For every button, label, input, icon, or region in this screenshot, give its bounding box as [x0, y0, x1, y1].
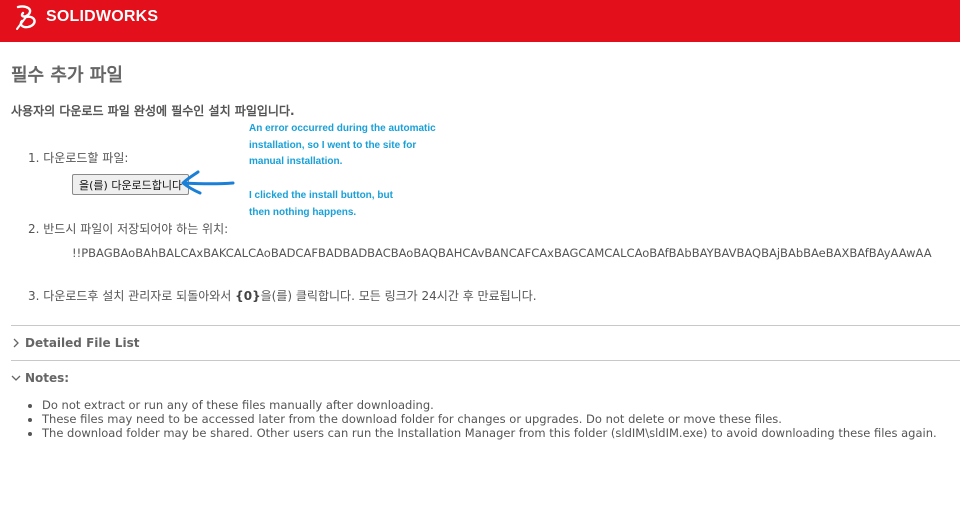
page-title: 필수 추가 파일 [11, 65, 123, 86]
note-item: Do not extract or run any of these files… [42, 398, 937, 412]
step-2-label: 2. 반드시 파일이 저장되어야 하는 위치: [28, 222, 229, 236]
step-3-token: {0} [235, 289, 261, 303]
step-3-prefix: 3. 다운로드후 설치 관리자로 되돌아와서 [28, 289, 236, 303]
page-subtitle: 사용자의 다운로드 파일 완성에 필수인 설치 파일입니다. [11, 104, 295, 118]
download-button[interactable]: 을(를) 다운로드합니다 [72, 174, 190, 195]
divider [11, 325, 960, 326]
divider [11, 360, 960, 361]
note-item: These files may need to be accessed late… [42, 412, 937, 426]
annotation-click-note: I clicked the install button, but then n… [249, 190, 393, 218]
ds-logo-icon [16, 5, 36, 30]
notes-label: Notes: [25, 371, 70, 385]
notes-toggle[interactable]: Notes: [11, 371, 69, 385]
step-3-text: 3. 다운로드후 설치 관리자로 되돌아와서 {0}을(를) 클릭합니다. 모든… [28, 287, 537, 304]
notes-list: Do not extract or run any of these files… [26, 398, 937, 440]
note-item: The download folder may be shared. Other… [42, 426, 937, 440]
hand-drawn-arrow-icon [181, 170, 235, 195]
step-3-suffix: 을(를) 클릭합니다. 모든 링크가 24시간 후 만료됩니다. [260, 289, 537, 303]
detailed-file-list-toggle[interactable]: Detailed File List [11, 336, 139, 350]
download-location-path: !!PBAGBAoBAhBALCAxBAKCALCAoBADCAFBADBADB… [72, 246, 932, 260]
app-header: SOLIDWORKS [0, 0, 960, 42]
step-1-label: 1. 다운로드할 파일: [28, 151, 129, 165]
chevron-down-icon [11, 375, 21, 381]
annotation-error-note: An error occurred during the automatic i… [249, 123, 436, 167]
chevron-right-icon [13, 338, 19, 348]
brand-name: SOLIDWORKS [46, 8, 159, 25]
detailed-file-list-label: Detailed File List [25, 336, 140, 350]
solidworks-logo[interactable]: SOLIDWORKS [14, 3, 158, 31]
